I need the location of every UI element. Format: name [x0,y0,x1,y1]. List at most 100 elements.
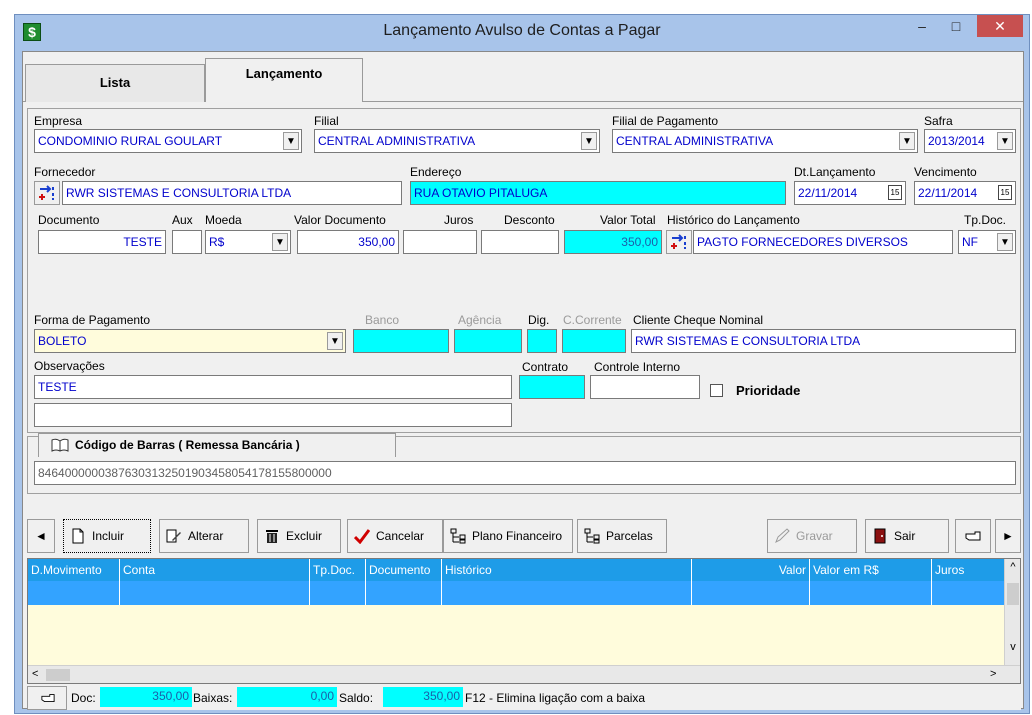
column-header[interactable]: Conta [120,559,310,581]
scroll-left-arrow[interactable]: < [32,668,38,680]
chevron-down-icon[interactable]: ▼ [581,132,597,150]
table-row[interactable] [28,581,1004,605]
forma-pagamento-select[interactable]: BOLETO ▼ [34,329,346,353]
agencia-field[interactable] [454,329,522,353]
desconto-field[interactable] [481,230,559,254]
grid-header: D.Movimento Conta Tp.Doc. Documento Hist… [28,559,1004,581]
safra-label: Safra [924,114,953,128]
parcels-icon [584,528,600,544]
chevron-down-icon[interactable]: ▼ [997,132,1013,150]
banco-field[interactable] [353,329,449,353]
fornecedor-field[interactable]: RWR SISTEMAS E CONSULTORIA LTDA [62,181,402,205]
column-header[interactable]: Valor [692,559,810,581]
dt-lancamento-field[interactable]: 22/11/2014 15 [794,181,906,205]
tab-lancamento[interactable]: Lançamento [205,58,363,102]
prioridade-checkbox[interactable] [710,384,723,397]
chevron-down-icon[interactable]: ▼ [327,332,343,350]
scroll-right-arrow[interactable]: > [990,668,996,680]
fornecedor-picker-button[interactable] [34,181,60,205]
valor-documento-field[interactable]: 350,00 [297,230,399,254]
forma-pagamento-label: Forma de Pagamento [34,313,151,327]
documento-field[interactable]: TESTE [38,230,166,254]
barcode-tab[interactable]: Código de Barras ( Remessa Bancária ) [38,433,396,457]
saldo-label: Saldo: [339,691,374,705]
trash-icon [266,530,278,543]
historico-label: Histórico do Lançamento [667,213,800,227]
scroll-up-arrow[interactable]: ^ [1005,561,1020,573]
controle-interno-field[interactable] [590,375,700,399]
chevron-down-icon[interactable]: ▼ [997,233,1013,251]
historico-field[interactable]: PAGTO FORNECEDORES DIVERSOS [693,230,953,254]
endereco-field[interactable]: RUA OTAVIO PITALUGA [410,181,786,205]
aux-field[interactable] [172,230,202,254]
maximize-button[interactable]: □ [941,16,971,38]
vertical-scrollbar[interactable]: ^ v [1004,559,1020,665]
juros-field[interactable] [403,230,477,254]
scroll-thumb[interactable] [1007,583,1019,605]
tp-doc-value: NF [962,235,978,249]
pointer-button[interactable] [955,519,991,553]
horizontal-scrollbar[interactable]: < > [28,665,1020,683]
dig-field[interactable] [527,329,557,353]
contrato-field[interactable] [519,375,585,399]
previous-button[interactable]: ◄ [27,519,55,553]
save-icon [775,528,790,544]
filial-pagamento-select[interactable]: CENTRAL ADMINISTRATIVA ▼ [612,129,918,153]
valor-total-label: Valor Total [600,213,656,227]
column-header[interactable]: Histórico [442,559,692,581]
observacoes-field-2[interactable] [34,403,512,427]
next-button[interactable]: ► [995,519,1021,553]
column-header[interactable]: Juros [932,559,1004,581]
tab-lista[interactable]: Lista [25,64,205,102]
footer-pointer-button[interactable] [27,686,67,710]
chevron-down-icon[interactable]: ▼ [899,132,915,150]
historico-picker-button[interactable] [666,230,692,254]
vencimento-field[interactable]: 22/11/2014 15 [914,181,1016,205]
chevron-down-icon[interactable]: ▼ [272,233,288,251]
data-grid: D.Movimento Conta Tp.Doc. Documento Hist… [27,558,1021,684]
footer-hint: F12 - Elimina ligação com a baixa [465,691,646,705]
minimize-button[interactable]: – [907,16,937,38]
barcode-field[interactable]: 8464000000387630313250190345805417815580… [34,461,1016,485]
cancelar-button[interactable]: Cancelar [347,519,443,553]
c-corrente-field[interactable] [562,329,626,353]
parcelas-button[interactable]: Parcelas [577,519,667,553]
doc-label: Doc: [71,691,96,705]
safra-select[interactable]: 2013/2014 ▼ [924,129,1016,153]
column-header[interactable]: Documento [366,559,442,581]
endereco-label: Endereço [410,165,462,179]
checkmark-icon [354,529,370,544]
gravar-button[interactable]: Gravar [767,519,857,553]
calendar-icon[interactable]: 15 [998,185,1012,200]
close-button[interactable]: ✕ [977,15,1023,37]
title-bar[interactable]: $ Lançamento Avulso de Contas a Pagar – … [15,15,1029,51]
empresa-select[interactable]: CONDOMINIO RURAL GOULART ▼ [34,129,302,153]
excluir-button[interactable]: Excluir [257,519,341,553]
observacoes-label: Observações [34,359,105,373]
filial-select[interactable]: CENTRAL ADMINISTRATIVA ▼ [314,129,600,153]
excluir-label: Excluir [286,529,323,543]
incluir-button[interactable]: Incluir [63,519,151,553]
alterar-label: Alterar [188,529,224,543]
chevron-down-icon[interactable]: ▼ [283,132,299,150]
baixas-value: 0,00 [237,687,337,707]
scroll-thumb-horizontal[interactable] [46,669,70,681]
scroll-down-arrow[interactable]: v [1005,641,1020,653]
sair-button[interactable]: Sair [865,519,949,553]
agencia-label: Agência [458,313,502,327]
observacoes-field[interactable]: TESTE [34,375,512,399]
calendar-icon[interactable]: 15 [888,185,902,200]
book-icon [51,438,69,452]
column-header[interactable]: Valor em R$ [810,559,932,581]
alterar-button[interactable]: Alterar [159,519,249,553]
valor-total-field[interactable]: 350,00 [564,230,662,254]
column-header[interactable]: D.Movimento [28,559,120,581]
empresa-label: Empresa [34,114,83,128]
new-document-icon [72,528,84,544]
plano-financeiro-button[interactable]: Plano Financeiro [443,519,573,553]
tp-doc-select[interactable]: NF ▼ [958,230,1016,254]
cliente-cheque-field[interactable]: RWR SISTEMAS E CONSULTORIA LTDA [631,329,1016,353]
column-header[interactable]: Tp.Doc. [310,559,366,581]
doc-value: 350,00 [100,687,192,707]
moeda-select[interactable]: R$ ▼ [205,230,291,254]
